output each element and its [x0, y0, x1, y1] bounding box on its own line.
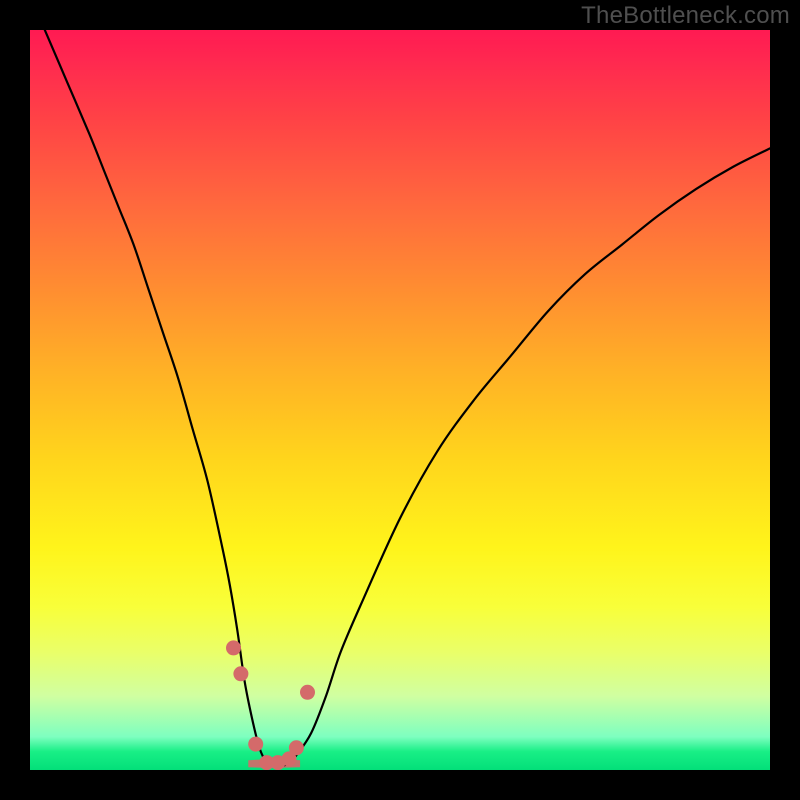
sweet-spot-marker — [233, 666, 248, 681]
curve-layer — [30, 30, 770, 770]
watermark-text: TheBottleneck.com — [581, 2, 790, 30]
plot-area — [30, 30, 770, 770]
sweet-spot-marker — [289, 740, 304, 755]
sweet-spot-marker — [300, 685, 315, 700]
sweet-spot-marker — [248, 737, 263, 752]
sweet-spot-marker — [226, 640, 241, 655]
bottleneck-curve — [45, 30, 770, 767]
chart-frame: TheBottleneck.com — [0, 0, 800, 800]
marker-group — [226, 640, 315, 770]
